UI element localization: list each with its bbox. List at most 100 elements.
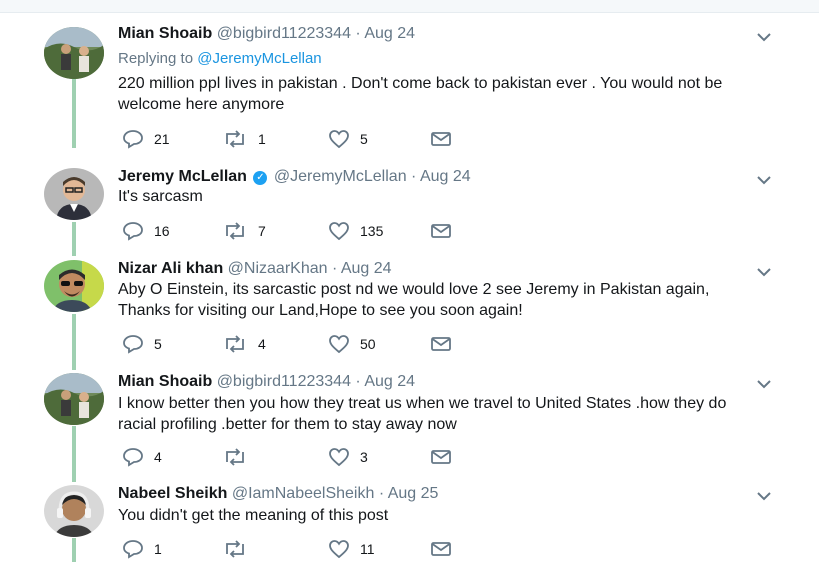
like-icon	[329, 540, 349, 559]
retweet-icon	[226, 540, 244, 558]
dm-button[interactable]	[430, 538, 452, 560]
chevron-down-icon[interactable]	[756, 174, 772, 186]
like-icon	[329, 335, 349, 354]
retweet-button[interactable]	[222, 446, 258, 468]
separator: ·	[378, 485, 385, 502]
tweet-actions: 4 3	[118, 446, 518, 468]
author-handle[interactable]: @bigbird11223344	[217, 25, 351, 42]
replying-to-label: Replying to	[118, 50, 194, 67]
author-name[interactable]: Nizar Ali khan	[118, 260, 223, 277]
tweet-date[interactable]: Aug 24	[364, 373, 415, 390]
separator: ·	[331, 260, 338, 277]
dm-button[interactable]	[430, 333, 452, 355]
author-handle[interactable]: @JeremyMcLellan	[274, 168, 407, 185]
thread-line	[72, 314, 76, 370]
replying-to: Replying to @JeremyMcLellan	[118, 50, 322, 67]
dm-button[interactable]	[430, 446, 452, 468]
reply-icon	[123, 448, 143, 467]
thread-line	[72, 426, 76, 482]
avatar[interactable]	[44, 27, 104, 79]
like-icon	[329, 448, 349, 467]
tweet-date[interactable]: Aug 24	[341, 260, 392, 277]
tweet-header: Mian Shoaib @bigbird11223344 · Aug 24	[118, 25, 415, 43]
reply-count: 4	[154, 449, 162, 465]
author-handle[interactable]: @bigbird11223344	[217, 373, 351, 390]
like-button[interactable]: 135	[328, 220, 383, 242]
retweet-button[interactable]: 7	[222, 220, 266, 242]
like-icon	[329, 222, 349, 241]
tweet-date[interactable]: Aug 24	[420, 168, 471, 185]
reply-icon	[123, 130, 143, 149]
author-handle[interactable]: @NizaarKhan	[228, 260, 328, 277]
thread-line	[72, 538, 76, 562]
author-name[interactable]: Jeremy McLellan	[118, 168, 247, 185]
reply-icon	[123, 335, 143, 354]
dm-icon	[431, 132, 451, 146]
reply-count: 16	[154, 223, 170, 239]
tweet-date[interactable]: Aug 24	[364, 25, 415, 42]
reply-count: 21	[154, 131, 170, 147]
chevron-down-icon[interactable]	[756, 490, 772, 502]
tweet-text: You didn't get the meaning of this post	[118, 507, 389, 524]
like-count: 5	[360, 131, 368, 147]
reply-count: 1	[154, 541, 162, 557]
replying-to-mention[interactable]: @JeremyMcLellan	[197, 50, 321, 67]
tweet-actions: 5 4 50	[118, 333, 518, 355]
tweet-header: Mian Shoaib @bigbird11223344 · Aug 24	[118, 373, 415, 391]
like-count: 3	[360, 449, 368, 465]
dm-button[interactable]	[430, 128, 452, 150]
reply-button[interactable]: 4	[122, 446, 162, 468]
author-name[interactable]: Nabeel Sheikh	[118, 485, 227, 502]
retweet-icon	[226, 448, 244, 466]
retweet-count: 1	[258, 131, 266, 147]
avatar[interactable]	[44, 373, 104, 425]
tweet-date[interactable]: Aug 25	[388, 485, 439, 502]
reply-icon	[123, 222, 143, 241]
chevron-down-icon[interactable]	[756, 31, 772, 43]
reply-button[interactable]: 1	[122, 538, 162, 560]
chevron-down-icon[interactable]	[756, 266, 772, 278]
like-button[interactable]: 11	[328, 538, 375, 560]
retweet-icon	[226, 335, 244, 353]
chevron-down-icon[interactable]	[756, 378, 772, 390]
dm-icon	[431, 337, 451, 351]
reply-count: 5	[154, 336, 162, 352]
tweet-header: Nabeel Sheikh @IamNabeelSheikh · Aug 25	[118, 485, 438, 503]
like-button[interactable]: 5	[328, 128, 368, 150]
thread-line	[72, 78, 76, 148]
dm-button[interactable]	[430, 220, 452, 242]
reply-button[interactable]: 21	[122, 128, 170, 150]
separator: ·	[411, 168, 417, 185]
reply-button[interactable]: 5	[122, 333, 162, 355]
separator: ·	[355, 25, 361, 42]
avatar[interactable]	[44, 485, 104, 537]
like-button[interactable]: 3	[328, 446, 368, 468]
dm-icon	[431, 542, 451, 556]
verified-icon: ✓	[253, 171, 268, 185]
dm-icon	[431, 450, 451, 464]
like-count: 11	[360, 541, 375, 557]
like-count: 50	[360, 336, 376, 352]
separator: ·	[355, 373, 361, 390]
author-name[interactable]: Mian Shoaib	[118, 373, 212, 390]
author-name[interactable]: Mian Shoaib	[118, 25, 212, 42]
retweet-button[interactable]: 1	[222, 128, 266, 150]
avatar[interactable]	[44, 260, 104, 312]
author-handle[interactable]: @IamNabeelSheikh	[232, 485, 375, 502]
like-button[interactable]: 50	[328, 333, 376, 355]
retweet-button[interactable]: 4	[222, 333, 266, 355]
tweet-actions: 16 7 135	[118, 220, 518, 242]
retweet-count: 4	[258, 336, 266, 352]
retweet-button[interactable]	[222, 538, 258, 560]
dm-icon	[431, 224, 451, 238]
like-icon	[329, 130, 349, 149]
avatar[interactable]	[44, 168, 104, 220]
tweet-actions: 21 1 5	[118, 128, 518, 150]
retweet-icon	[226, 130, 244, 148]
reply-button[interactable]: 16	[122, 220, 170, 242]
tweet-text: 220 million ppl lives in pakistan . Don'…	[118, 75, 723, 113]
like-count: 135	[360, 223, 384, 239]
tweet-header: Nizar Ali khan @NizaarKhan · Aug 24	[118, 260, 392, 278]
tweet-actions: 1 11	[118, 538, 518, 560]
tweet-header: Jeremy McLellan ✓ @JeremyMcLellan · Aug …	[118, 168, 471, 186]
